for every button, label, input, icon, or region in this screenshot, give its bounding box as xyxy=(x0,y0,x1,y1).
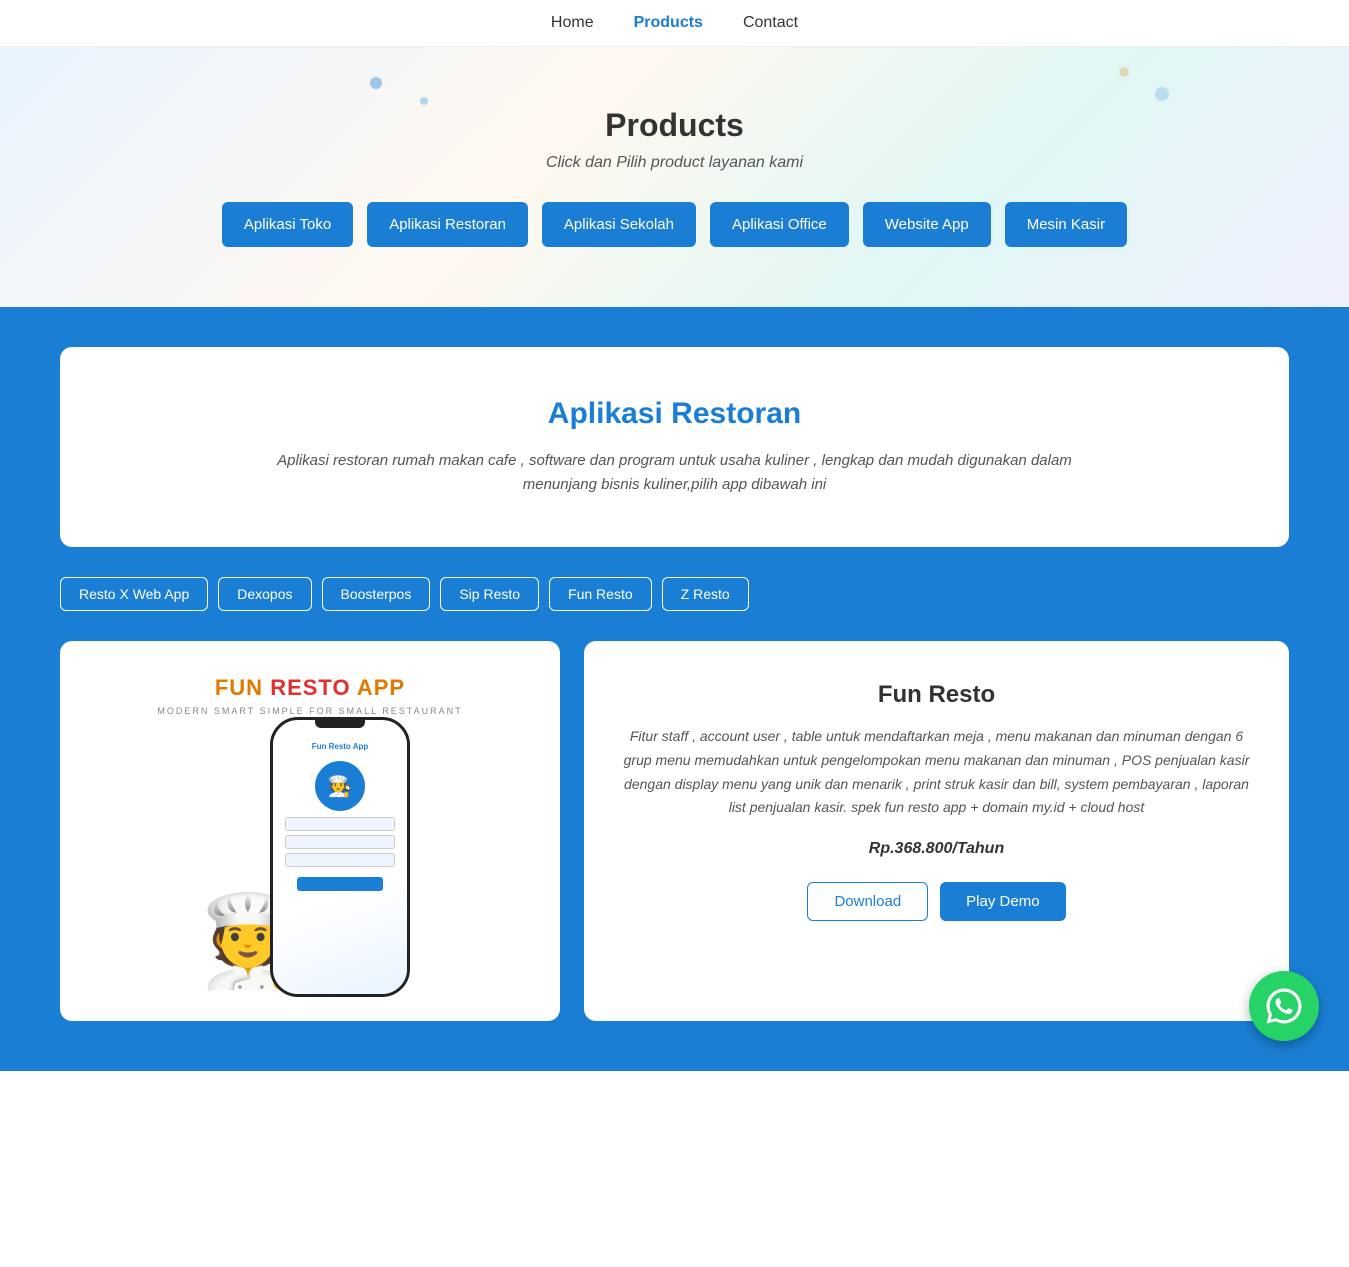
btn-website-app[interactable]: Website App xyxy=(863,202,991,247)
sub-nav-boosterpos[interactable]: Boosterpos xyxy=(322,577,431,611)
phone-field-3 xyxy=(285,853,395,867)
phone-app-name: Fun Resto App xyxy=(312,742,369,751)
phone-login-btn xyxy=(297,877,382,891)
product-row: FUN RESTO APP MODERN SMART SIMPLE FOR SM… xyxy=(60,641,1289,1021)
app-logo: FUN RESTO APP xyxy=(215,675,405,700)
btn-aplikasi-sekolah[interactable]: Aplikasi Sekolah xyxy=(542,202,696,247)
restoran-sub-nav: Resto X Web App Dexopos Boosterpos Sip R… xyxy=(60,577,1289,611)
sub-nav-fun-resto[interactable]: Fun Resto xyxy=(549,577,652,611)
nav-products[interactable]: Products xyxy=(634,14,703,32)
whatsapp-float-button[interactable] xyxy=(1249,971,1319,1041)
hero-title: Products xyxy=(20,107,1329,144)
btn-aplikasi-office[interactable]: Aplikasi Office xyxy=(710,202,849,247)
app-mockup: FUN RESTO APP MODERN SMART SIMPLE FOR SM… xyxy=(120,661,500,1001)
sub-nav-resto-x[interactable]: Resto X Web App xyxy=(60,577,208,611)
download-button[interactable]: Download xyxy=(807,882,928,921)
sub-nav-z-resto[interactable]: Z Resto xyxy=(662,577,749,611)
restoran-card-title: Aplikasi Restoran xyxy=(100,397,1249,431)
phone-chef-avatar: 🧑‍🍳 xyxy=(315,761,365,811)
btn-aplikasi-toko[interactable]: Aplikasi Toko xyxy=(222,202,353,247)
restoran-card-description: Aplikasi restoran rumah makan cafe , sof… xyxy=(275,449,1075,497)
product-info-card: Fun Resto Fitur staff , account user , t… xyxy=(584,641,1289,1021)
sub-nav-sip-resto[interactable]: Sip Resto xyxy=(440,577,539,611)
phone-field-1 xyxy=(285,817,395,831)
main-nav: Home Products Contact xyxy=(0,0,1349,47)
blue-section: Aplikasi Restoran Aplikasi restoran ruma… xyxy=(0,307,1349,1071)
hero-section: Products Click dan Pilih product layanan… xyxy=(0,47,1349,307)
product-description: Fitur staff , account user , table untuk… xyxy=(620,725,1253,820)
restoran-card: Aplikasi Restoran Aplikasi restoran ruma… xyxy=(60,347,1289,547)
phone-field-2 xyxy=(285,835,395,849)
whatsapp-icon xyxy=(1264,986,1304,1026)
product-price: Rp.368.800/Tahun xyxy=(620,840,1253,858)
product-image-card: FUN RESTO APP MODERN SMART SIMPLE FOR SM… xyxy=(60,641,560,1021)
sub-nav-dexopos[interactable]: Dexopos xyxy=(218,577,311,611)
product-actions: Download Play Demo xyxy=(620,882,1253,921)
app-tagline: MODERN SMART SIMPLE FOR SMALL RESTAURANT xyxy=(157,706,462,716)
hero-buttons: Aplikasi Toko Aplikasi Restoran Aplikasi… xyxy=(20,202,1329,247)
nav-contact[interactable]: Contact xyxy=(743,14,798,32)
phone-mockup: Fun Resto App 🧑‍🍳 xyxy=(270,717,410,997)
play-demo-button[interactable]: Play Demo xyxy=(940,882,1065,921)
btn-aplikasi-restoran[interactable]: Aplikasi Restoran xyxy=(367,202,528,247)
product-name: Fun Resto xyxy=(620,681,1253,709)
btn-mesin-kasir[interactable]: Mesin Kasir xyxy=(1005,202,1127,247)
phone-screen: Fun Resto App 🧑‍🍳 xyxy=(273,736,407,994)
nav-home[interactable]: Home xyxy=(551,14,594,32)
hero-subtitle: Click dan Pilih product layanan kami xyxy=(20,154,1329,172)
phone-notch xyxy=(315,720,365,728)
